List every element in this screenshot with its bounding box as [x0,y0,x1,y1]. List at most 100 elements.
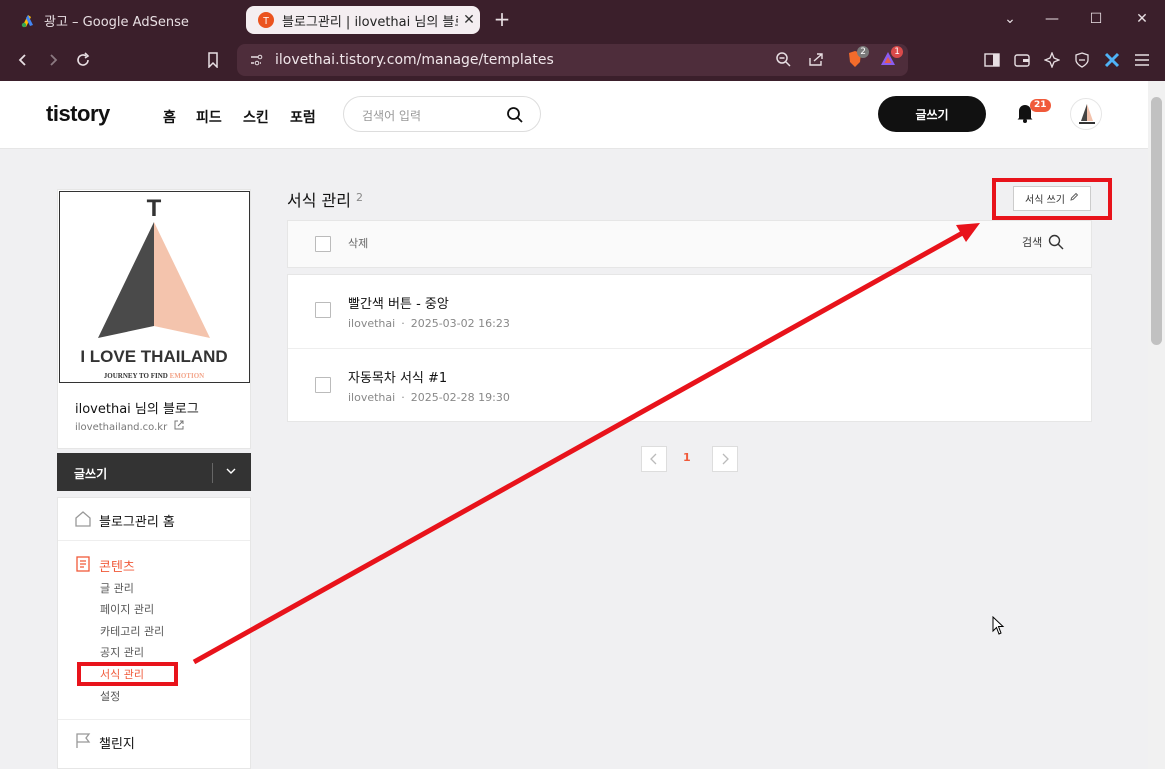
sidebar-item-challenge[interactable]: 챌린지 [99,733,135,752]
row-checkbox[interactable] [315,302,331,318]
scrollbar-thumb[interactable] [1151,97,1162,345]
sidebar-item-notices[interactable]: 공지 관리 [100,644,144,660]
zoom-icon[interactable] [775,51,791,71]
divider [212,463,213,483]
reload-icon[interactable] [72,49,94,71]
notification-bell-icon[interactable]: 21 [1016,99,1051,127]
url-text: ilovethai.tistory.com/manage/templates [275,52,554,68]
tistory-icon: T [258,12,274,28]
logo-tagline-a: JOURNEY TO FIND [104,372,170,380]
chevron-left-icon [650,453,657,465]
vpn-shield-icon[interactable] [1071,49,1093,71]
prev-page-button[interactable] [641,446,667,472]
extension-icon[interactable] [1101,49,1123,71]
brave-rewards-icon[interactable]: 1 [879,46,903,72]
tistory-logo[interactable]: tistory [46,101,110,127]
nav-feed[interactable]: 피드 [196,107,222,127]
sidebar-toggle-icon[interactable] [981,49,1003,71]
current-page[interactable]: 1 [683,451,691,464]
sidebar-item-settings[interactable]: 설정 [100,688,120,704]
blog-url-text: ilovethailand.co.kr [75,422,168,433]
template-meta: ilovethai · 2025-02-28 19:30 [348,391,510,404]
template-author: ilovethai [348,391,396,404]
sidebar-write-label: 글쓰기 [74,467,108,481]
blog-name[interactable]: ilovethai 님의 블로그 [75,398,199,417]
divider [58,540,250,541]
nav-forum[interactable]: 포럼 [290,107,316,127]
sidebar-write-button[interactable]: 글쓰기 [57,453,251,491]
sidebar-item-pages[interactable]: 페이지 관리 [100,601,154,617]
bookmark-icon[interactable] [202,49,224,71]
blog-profile-card: T I LOVE THAILAND JOURNEY TO FIND EMOTIO… [57,189,251,449]
browser-toolbar: ilovethai.tistory.com/manage/templates 2… [0,40,1165,81]
list-item[interactable]: 빨간색 버튼 - 중앙 ilovethai · 2025-03-02 16:23 [288,275,1091,348]
sidebar-item-posts[interactable]: 글 관리 [100,580,134,596]
annotation-highlight-box [77,662,178,686]
logo-letter-t: T [147,195,162,222]
logo-tagline-b: EMOTION [170,372,205,380]
mouse-cursor-icon [992,615,1006,640]
nav-home[interactable]: 홈 [163,107,176,127]
search-icon[interactable] [506,106,524,128]
home-icon [74,510,92,532]
new-tab-button[interactable]: + [490,8,514,30]
tab-title: 블로그관리 | ilovethai 님의 블로그 [282,14,458,30]
browser-tabbar: 광고 – Google AdSense T 블로그관리 | ilovethai … [0,0,1165,40]
chevron-down-icon[interactable] [225,463,237,482]
list-item[interactable]: 자동목차 서식 #1 ilovethai · 2025-02-28 19:30 [288,348,1091,421]
page-title: 서식 관리 [287,191,351,210]
share-icon[interactable] [808,51,824,71]
sidebar-item-home[interactable]: 블로그관리 홈 [99,511,175,530]
minimize-button[interactable]: — [1040,8,1064,30]
blog-profile-image[interactable]: T I LOVE THAILAND JOURNEY TO FIND EMOTIO… [59,191,250,383]
wallet-icon[interactable] [1011,49,1033,71]
search-icon [1049,234,1064,250]
close-icon[interactable]: ✕ [458,12,480,28]
template-date: 2025-02-28 19:30 [410,391,510,404]
rewards-count-badge: 1 [891,46,903,58]
sidebar-item-categories[interactable]: 카테고리 관리 [100,623,164,639]
avatar[interactable] [1070,98,1102,130]
forward-icon[interactable] [42,49,64,71]
template-title[interactable]: 자동목차 서식 #1 [348,367,447,386]
search-toggle-button[interactable]: 검색 [1022,234,1064,250]
back-icon[interactable] [12,49,34,71]
svg-text:JOURNEY TO FIND EMOTION: JOURNEY TO FIND EMOTION [104,372,204,380]
address-bar[interactable]: ilovethai.tistory.com/manage/templates 2… [237,44,908,76]
tab-adsense[interactable]: 광고 – Google AdSense [8,6,238,34]
search-box[interactable]: 검색어 입력 [343,96,541,132]
leo-ai-icon[interactable] [1041,49,1063,71]
template-date: 2025-03-02 16:23 [410,317,510,330]
write-post-button[interactable]: 글쓰기 [878,96,986,132]
search-toggle-label: 검색 [1022,236,1043,249]
sidebar-menu: 블로그관리 홈 콘텐츠 글 관리 페이지 관리 카테고리 관리 공지 관리 서식… [57,497,251,769]
tab-title: 광고 – Google AdSense [44,14,189,30]
menu-icon[interactable] [1131,49,1153,71]
search-placeholder: 검색어 입력 [362,109,422,123]
close-window-button[interactable]: ✕ [1130,8,1154,30]
template-author: ilovethai [348,317,396,330]
site-settings-icon[interactable] [249,52,263,71]
shield-count-badge: 2 [857,46,869,58]
row-checkbox[interactable] [315,377,331,393]
document-icon [74,555,92,577]
template-title[interactable]: 빨간색 버튼 - 중앙 [348,293,449,312]
page-scrollbar[interactable] [1148,81,1165,769]
template-list: 빨간색 버튼 - 중앙 ilovethai · 2025-03-02 16:23 자… [287,274,1092,422]
next-page-button[interactable] [712,446,738,472]
template-list-header: 삭제 검색 [287,220,1092,268]
maximize-button[interactable]: ☐ [1084,8,1108,30]
nav-skin[interactable]: 스킨 [243,107,269,127]
tab-list-chevron-icon[interactable]: ⌄ [998,8,1022,30]
divider [58,719,250,720]
select-all-checkbox[interactable] [315,236,331,252]
sidebar-item-contents[interactable]: 콘텐츠 [99,556,135,575]
site-header: tistory 홈 피드 스킨 포럼 검색어 입력 글쓰기 21 [0,81,1148,149]
tab-tistory[interactable]: T 블로그관리 | ilovethai 님의 블로그 ✕ [246,6,480,34]
chevron-right-icon [722,453,729,465]
template-count: 2 [356,191,363,204]
brave-shield-icon[interactable]: 2 [847,46,869,72]
delete-button[interactable]: 삭제 [348,235,368,251]
notification-count-badge: 21 [1030,99,1051,112]
blog-url-link[interactable]: ilovethailand.co.kr [75,420,184,433]
